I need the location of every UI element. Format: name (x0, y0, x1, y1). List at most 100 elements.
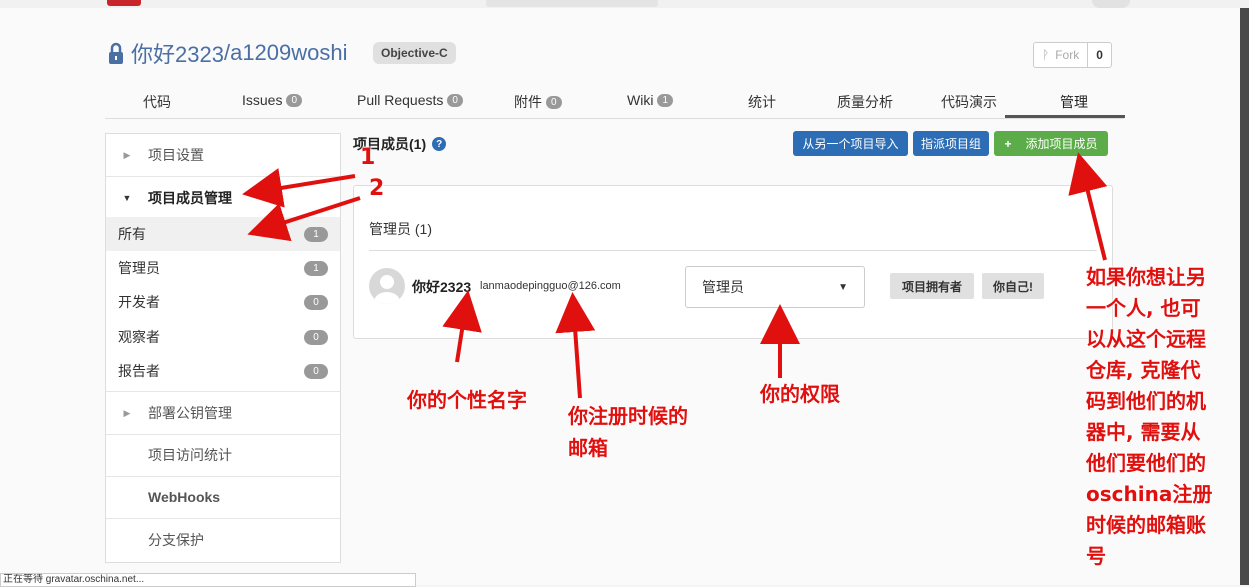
help-icon[interactable]: ? (432, 137, 447, 151)
import-from-project-button[interactable]: 从另一个项目导入 (793, 131, 908, 156)
sidebar-item-access-stats[interactable]: 项目访问统计 (106, 434, 340, 477)
subitem-label: 管理员 (118, 260, 160, 276)
sidebar-item-label: 项目成员管理 (148, 190, 232, 206)
tab-label: 代码演示 (941, 94, 997, 110)
subitem-count-badge: 0 (304, 363, 328, 379)
sidebar-item-project-settings[interactable]: ▶ 项目设置 (106, 134, 340, 177)
sidebar-subitem-observers[interactable]: 观察者 0 (106, 320, 340, 354)
fork-label[interactable]: ᚹ Fork (1034, 43, 1089, 67)
annotation-tip-line: 仓库, 克隆代 (1086, 358, 1201, 382)
lock-icon (109, 42, 123, 64)
subitem-label: 报告者 (118, 363, 160, 379)
subitem-count-badge: 1 (304, 260, 328, 276)
sidebar-item-label: 项目访问统计 (148, 447, 232, 463)
window-edge (1240, 8, 1249, 585)
sidebar-item-deploy-keys[interactable]: ▶ 部署公钥管理 (106, 391, 340, 435)
tab-label: Wiki (627, 92, 654, 108)
tab-admin[interactable]: 管理 (1060, 92, 1088, 112)
top-search-input[interactable] (486, 0, 658, 7)
repo-owner-link[interactable]: 你好2323 (131, 37, 224, 69)
tab-attachments[interactable]: 附件 0 (514, 92, 562, 112)
annotation-email-line: 邮箱 (568, 436, 608, 460)
tab-label: 附件 (514, 94, 542, 110)
tab-pull-requests[interactable]: Pull Requests 0 (357, 92, 463, 108)
annotation-tip-line: 以从这个远程 (1086, 327, 1206, 351)
repo-title: 你好2323 / a1209woshi (105, 38, 348, 68)
tab-label: Pull Requests (357, 92, 444, 108)
annotation-tip-line: 如果你想让另 (1086, 265, 1206, 289)
add-member-button[interactable]: + 添加项目成员 (994, 131, 1108, 156)
annotation-number-1: 1 (360, 145, 376, 170)
chevron-down-icon: ▼ (122, 193, 132, 203)
owner-tag: 项目拥有者 (890, 273, 974, 299)
repo-tabs: 代码 Issues 0 Pull Requests 0 附件 0 Wiki 1 统计 质… (105, 88, 1124, 119)
annotation-tip-line: oschina注册 (1086, 482, 1213, 506)
sidebar-subitem-admins[interactable]: 管理员 1 (106, 251, 340, 285)
tab-issues[interactable]: Issues 0 (242, 92, 303, 108)
annotation-tip-line: 器中, 需要从 (1086, 420, 1201, 444)
annotation-permission: 你的权限 (760, 382, 840, 406)
sidebar-item-member-management[interactable]: ▼ 项目成员管理 (106, 177, 340, 219)
fork-text: Fork (1055, 48, 1080, 62)
active-tab-indicator (1005, 115, 1125, 118)
member-role-select[interactable]: 管理员 ▼ (685, 266, 865, 308)
annotation-tip-line: 一个人, 也可 (1086, 296, 1201, 320)
subitem-label: 开发者 (118, 294, 160, 310)
user-avatar[interactable] (1092, 0, 1130, 8)
annotation-number-2: 2 (369, 176, 385, 201)
sidebar-item-webhooks[interactable]: WebHooks (106, 476, 340, 519)
annotation-email: 你注册时候的 邮箱 (568, 400, 688, 464)
annotation-nickname: 你的个性名字 (407, 388, 527, 412)
sidebar-item-label: WebHooks (148, 489, 221, 505)
annotation-tip-line: 号 (1086, 544, 1106, 568)
tab-label: 代码 (143, 94, 171, 110)
member-name[interactable]: 你好2323 (412, 277, 471, 297)
add-member-label: 添加项目成员 (1025, 137, 1098, 151)
fork-button[interactable]: ᚹ Fork 0 (1033, 42, 1112, 68)
sidebar-item-branch-protection[interactable]: 分支保护 (106, 519, 340, 561)
tab-count-badge: 0 (546, 95, 562, 109)
chevron-right-icon: ▶ (123, 407, 131, 418)
role-heading: 管理员 (1) (369, 221, 432, 237)
member-avatar (369, 268, 405, 304)
tab-label: 管理 (1060, 94, 1088, 110)
subitem-count-badge: 0 (304, 329, 328, 345)
sidebar-item-label: 分支保护 (148, 532, 204, 548)
admin-sidebar: ▶ 项目设置 ▼ 项目成员管理 所有 1 管理员 1 开发者 0 观察者 0 报… (105, 133, 341, 563)
sidebar-item-label: 项目设置 (148, 147, 204, 163)
sidebar-subitem-developers[interactable]: 开发者 0 (106, 285, 340, 319)
tab-code[interactable]: 代码 (143, 92, 171, 112)
tab-demo[interactable]: 代码演示 (941, 92, 997, 112)
tab-label: 质量分析 (837, 94, 893, 110)
annotation-tip: 如果你想让另 一个人, 也可 以从这个远程 仓库, 克隆代 码到他们的机 器中,… (1086, 262, 1212, 572)
avatar-head-shape (380, 275, 394, 289)
divider (369, 250, 1097, 251)
sidebar-subitem-reporters[interactable]: 报告者 0 (106, 354, 340, 388)
chevron-right-icon: ▶ (123, 149, 131, 160)
annotation-email-line: 你注册时候的 (568, 404, 688, 428)
site-logo[interactable] (107, 0, 141, 6)
members-panel: 管理员 (1) 你好2323 lanmaodepingguo@126.com 管… (353, 185, 1113, 339)
sidebar-item-label: 部署公钥管理 (148, 405, 232, 421)
avatar-body-shape (374, 292, 400, 304)
repo-name-link[interactable]: a1209woshi (230, 40, 347, 66)
fork-count: 0 (1096, 48, 1103, 62)
tab-stats[interactable]: 统计 (748, 92, 776, 112)
assign-group-button[interactable]: 指派项目组 (913, 131, 989, 156)
tab-quality[interactable]: 质量分析 (837, 92, 893, 112)
role-select-value: 管理员 (702, 279, 744, 295)
subitem-label: 观察者 (118, 329, 160, 345)
plus-icon: + (1004, 136, 1012, 151)
subitem-count-badge: 0 (304, 294, 328, 310)
tab-count-badge: 0 (447, 93, 463, 107)
annotation-tip-line: 时候的邮箱账 (1086, 513, 1206, 537)
tab-count-badge: 0 (286, 93, 303, 107)
annotation-tip-line: 码到他们的机 (1086, 389, 1206, 413)
member-email: lanmaodepingguo@126.com (480, 280, 621, 292)
subitem-count-badge: 1 (304, 226, 328, 242)
sidebar-subitem-all[interactable]: 所有 1 (106, 217, 340, 251)
tab-wiki[interactable]: Wiki 1 (627, 92, 673, 108)
subitem-label: 所有 (118, 226, 146, 242)
caret-down-icon: ▼ (838, 281, 848, 293)
tab-label: Issues (242, 92, 283, 108)
